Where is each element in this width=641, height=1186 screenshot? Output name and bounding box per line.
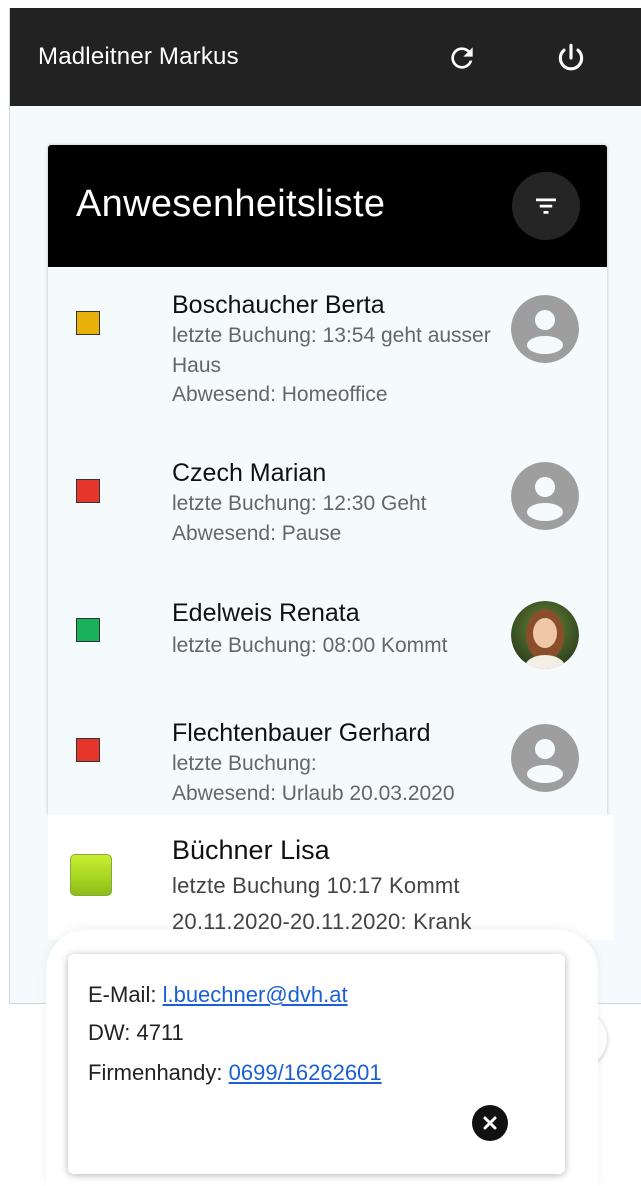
- status-indicator: [76, 479, 100, 503]
- employee-name: Boschaucher Berta: [172, 291, 385, 319]
- avatar: [511, 295, 579, 363]
- close-button[interactable]: [472, 1105, 508, 1141]
- absence-info: Abwesend: Urlaub 20.03.2020: [172, 782, 455, 805]
- avatar: [511, 462, 579, 530]
- filter-icon: [536, 198, 556, 214]
- phone-label: Firmenhandy:: [88, 1060, 223, 1085]
- last-booking: letzte Buchung: 12:30 Geht: [172, 492, 427, 515]
- list-item[interactable]: Czech Marian letzte Buchung: 12:30 Geht …: [48, 447, 607, 587]
- absence-info: Abwesend: Homeoffice: [172, 383, 388, 406]
- avatar-photo: [511, 601, 579, 669]
- power-button[interactable]: [551, 38, 591, 78]
- employee-name: Edelweis Renata: [172, 599, 360, 627]
- last-booking: letzte Buchung: 08:00 Kommt: [172, 634, 448, 657]
- list-item[interactable]: Edelweis Renata letzte Buchung: 08:00 Ko…: [48, 587, 607, 717]
- card-title: Anwesenheitsliste: [76, 183, 386, 225]
- status-indicator: [76, 738, 100, 762]
- status-indicator: [70, 854, 112, 896]
- refresh-icon: [451, 47, 473, 69]
- presence-list-card: Anwesenheitsliste Boschaucher Berta letz…: [48, 145, 607, 815]
- employee-name: Flechtenbauer Gerhard: [172, 719, 431, 747]
- dw-row: DW: 4711: [88, 1020, 184, 1045]
- absence-info: Abwesend: Pause: [172, 522, 342, 545]
- power-icon: [558, 43, 584, 71]
- person-icon: [511, 724, 579, 792]
- list-item[interactable]: Boschaucher Berta letzte Buchung: 13:54 …: [48, 267, 607, 447]
- card-header: Anwesenheitsliste: [48, 145, 607, 267]
- selected-employee-name: Büchner Lisa: [172, 835, 330, 865]
- status-indicator: [76, 618, 100, 642]
- close-icon: [483, 1116, 497, 1130]
- phone-row: Firmenhandy: 0699/16262601: [88, 1060, 382, 1086]
- avatar: [511, 724, 579, 792]
- status-indicator: [76, 311, 100, 335]
- user-name: Madleitner Markus: [38, 43, 239, 70]
- phone-link[interactable]: 0699/16262601: [229, 1060, 382, 1085]
- email-label: E-Mail:: [88, 982, 157, 1007]
- email-row: E-Mail: l.buechner@dvh.at: [88, 982, 348, 1008]
- employee-name: Czech Marian: [172, 459, 327, 487]
- person-photo: [511, 601, 579, 669]
- person-icon: [511, 462, 579, 530]
- email-link[interactable]: l.buechner@dvh.at: [163, 982, 348, 1007]
- selected-last-booking: letzte Buchung 10:17 Kommt: [172, 873, 460, 898]
- last-booking: letzte Buchung:: [172, 752, 317, 775]
- contact-popup: E-Mail: l.buechner@dvh.at DW: 4711 Firme…: [68, 954, 565, 1174]
- app-bar: Madleitner Markus: [10, 8, 641, 106]
- list-item[interactable]: Flechtenbauer Gerhard letzte Buchung: Ab…: [48, 717, 607, 815]
- last-booking: letzte Buchung: 13:54 geht ausser Haus: [172, 324, 491, 377]
- refresh-button[interactable]: [442, 38, 482, 78]
- person-icon: [511, 295, 579, 363]
- filter-button[interactable]: [512, 172, 580, 240]
